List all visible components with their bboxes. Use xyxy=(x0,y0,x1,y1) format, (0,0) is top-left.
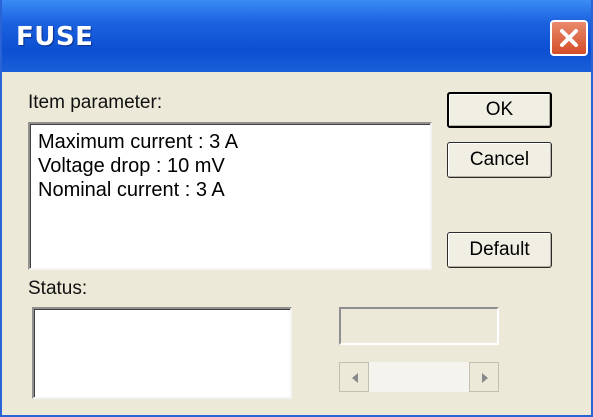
scroll-left-button[interactable] xyxy=(339,362,369,392)
fuse-dialog: FUSE Item parameter: Maximum current : 3… xyxy=(0,0,593,417)
param-maximum-current: Maximum current : 3 A xyxy=(38,131,239,153)
param-voltage-drop: Voltage drop : 10 mV xyxy=(38,155,225,177)
status-label: Status: xyxy=(28,278,88,299)
item-parameter-label: Item parameter: xyxy=(28,92,163,113)
ok-button[interactable]: OK xyxy=(447,92,552,128)
close-x-icon xyxy=(560,29,578,47)
progress-field xyxy=(339,307,499,345)
default-button[interactable]: Default xyxy=(447,232,552,268)
close-button[interactable] xyxy=(550,20,588,56)
cancel-button[interactable]: Cancel xyxy=(447,142,552,178)
arrow-right-icon xyxy=(482,373,488,383)
arrow-left-icon xyxy=(352,373,358,383)
param-nominal-current: Nominal current : 3 A xyxy=(38,179,225,201)
scroll-right-button[interactable] xyxy=(469,362,499,392)
horizontal-scrollbar[interactable] xyxy=(339,362,499,392)
status-box xyxy=(32,307,292,399)
title-bar[interactable]: FUSE xyxy=(2,0,591,72)
item-parameter-box[interactable]: Maximum current : 3 A Voltage drop : 10 … xyxy=(28,122,432,270)
window-title: FUSE xyxy=(16,22,94,52)
